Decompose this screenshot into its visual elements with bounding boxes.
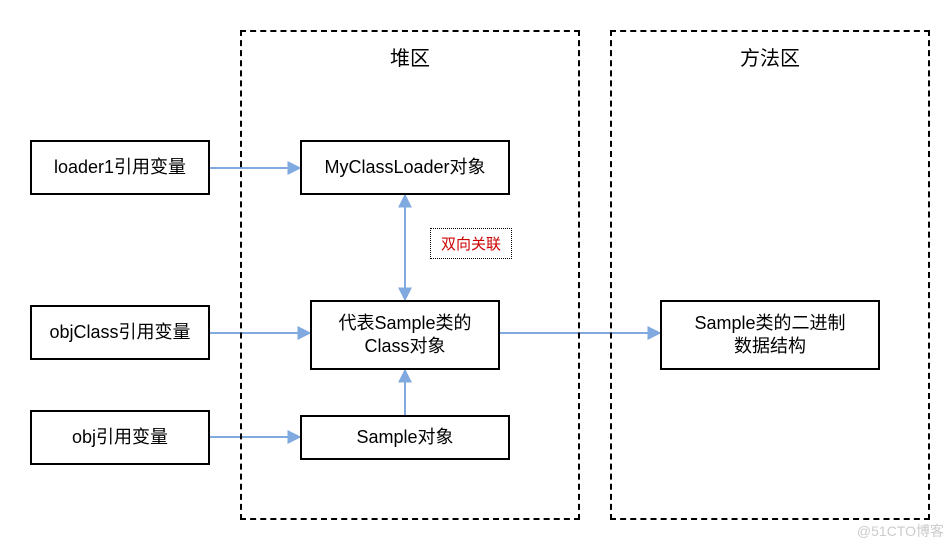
box-classobj: 代表Sample类的 Class对象 xyxy=(310,300,500,370)
method-region: 方法区 xyxy=(610,30,930,520)
box-myclassloader: MyClassLoader对象 xyxy=(300,140,510,195)
method-title: 方法区 xyxy=(612,42,928,71)
box-sampleobj: Sample对象 xyxy=(300,415,510,460)
heap-title: 堆区 xyxy=(242,42,578,71)
annotation-bidirectional: 双向关联 xyxy=(430,228,512,259)
box-objclass: objClass引用变量 xyxy=(30,305,210,360)
box-loader1: loader1引用变量 xyxy=(30,140,210,195)
watermark: @51CTO博客 xyxy=(857,521,944,541)
box-obj: obj引用变量 xyxy=(30,410,210,465)
box-binary: Sample类的二进制 数据结构 xyxy=(660,300,880,370)
diagram-stage: 堆区 方法区 loader1引用变量 objClass引用变量 obj引用变量 … xyxy=(0,0,952,545)
